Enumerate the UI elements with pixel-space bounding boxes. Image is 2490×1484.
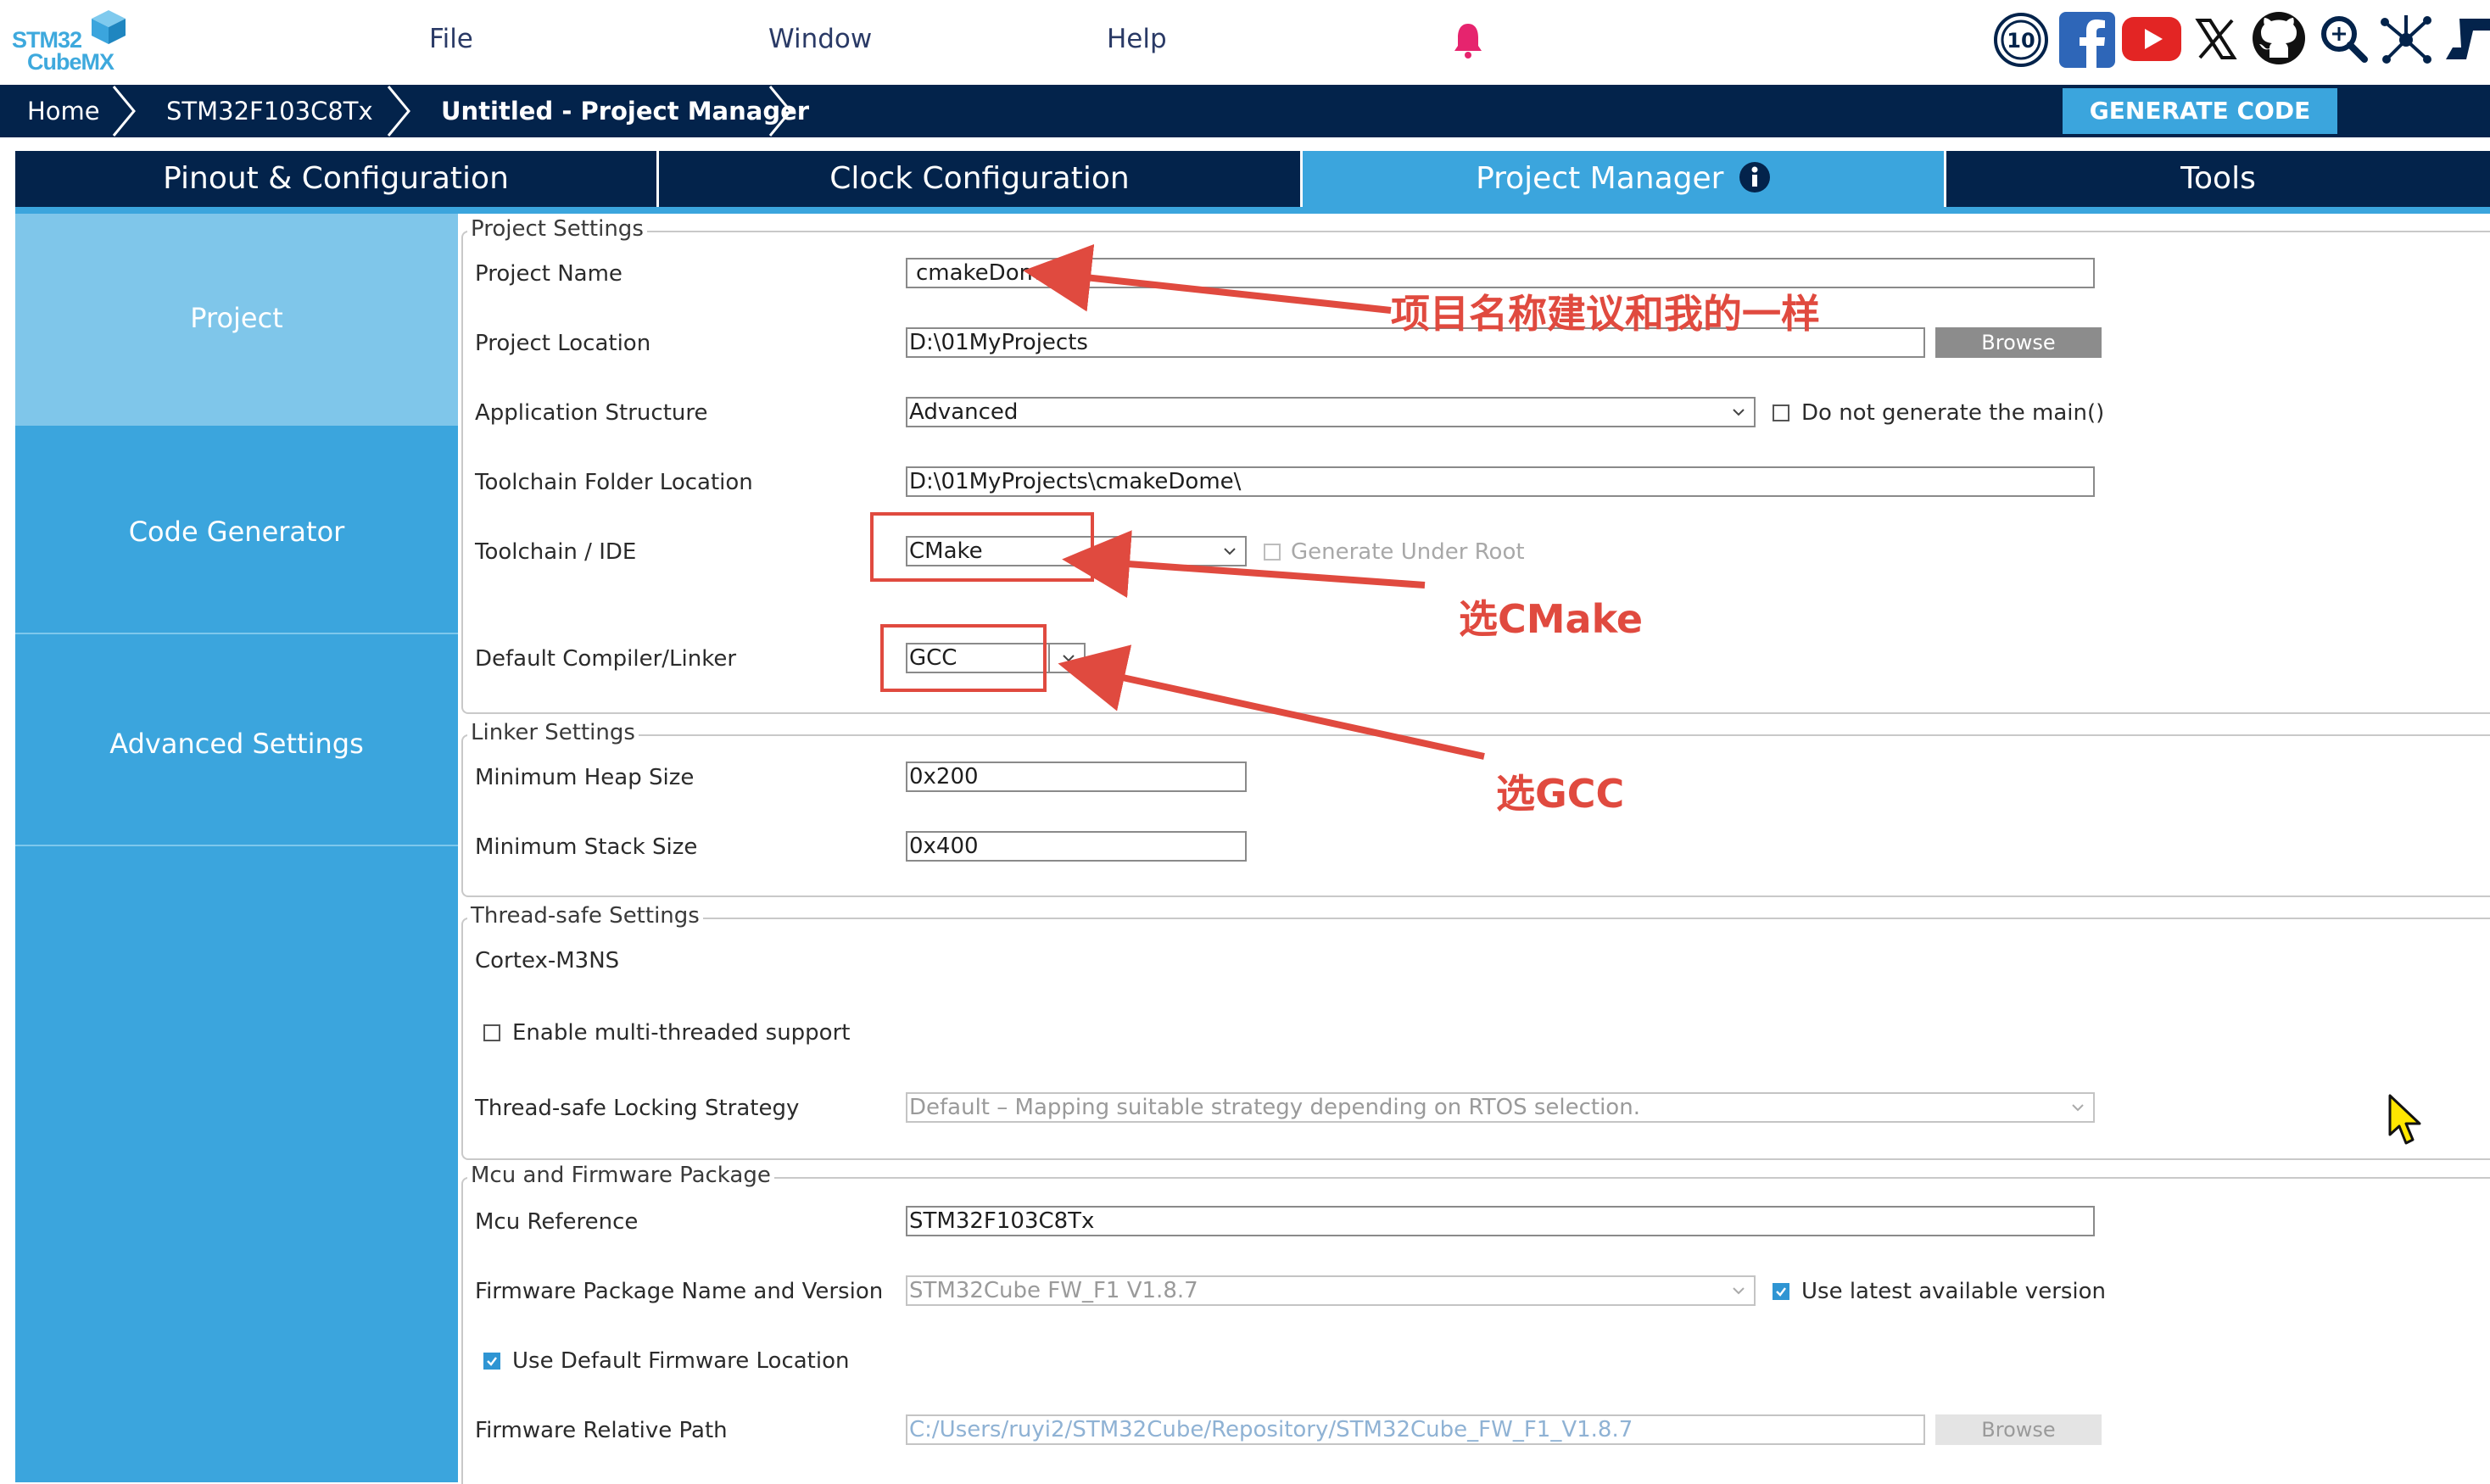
compiler-dropdown-button[interactable] — [1048, 643, 1086, 673]
firmware-path-label: Firmware Relative Path — [475, 1418, 728, 1443]
breadcrumb-mcu[interactable]: STM32F103C8Tx — [166, 85, 373, 137]
mouse-cursor-icon — [2388, 1094, 2421, 1145]
menu-file[interactable]: File — [429, 24, 473, 54]
min-stack-label: Minimum Stack Size — [475, 834, 698, 860]
logo-text-cubemx: CubeMX — [27, 49, 114, 75]
youtube-icon[interactable] — [2122, 17, 2181, 61]
chevron-down-icon — [1733, 409, 1745, 416]
anniversary-10-icon[interactable]: 10 — [1993, 12, 2049, 68]
tab-pinout-configuration[interactable]: Pinout & Configuration — [15, 151, 659, 207]
use-latest-version-checkbox[interactable] — [1773, 1283, 1789, 1300]
tab-clock-configuration[interactable]: Clock Configuration — [659, 151, 1303, 207]
toolchain-ide-label: Toolchain / IDE — [475, 539, 637, 565]
chevron-right-icon — [387, 86, 410, 137]
firmware-package-value: STM32Cube FW_F1 V1.8.7 — [909, 1278, 1198, 1303]
tab-tools[interactable]: Tools — [1946, 151, 2490, 207]
application-structure-select[interactable]: Advanced — [906, 397, 1756, 427]
multithread-support-checkbox[interactable] — [483, 1024, 500, 1041]
linker-settings-section — [461, 734, 2490, 897]
bell-icon[interactable] — [1452, 20, 1484, 59]
application-structure-label: Application Structure — [475, 400, 708, 426]
use-default-firmware-location-checkbox[interactable] — [483, 1353, 500, 1370]
search-zoom-icon[interactable] — [2319, 14, 2370, 64]
locking-strategy-value: Default – Mapping suitable strategy depe… — [909, 1095, 1640, 1120]
stm32cubemx-logo: STM32 CubeMX — [12, 8, 131, 76]
cmake-highlight-box — [870, 512, 1094, 582]
annotation-project-name-note: 项目名称建议和我的一样 — [1391, 291, 1820, 337]
locking-strategy-select[interactable]: Default – Mapping suitable strategy depe… — [906, 1092, 2095, 1123]
breadcrumb-home[interactable]: Home — [27, 85, 100, 137]
tab-underline — [15, 207, 2490, 214]
menu-window[interactable]: Window — [768, 24, 872, 54]
chevron-down-icon — [1224, 548, 1236, 555]
generate-under-root-checkbox[interactable] — [1264, 544, 1281, 561]
section-title: Thread-safe Settings — [467, 903, 703, 929]
gcc-highlight-box — [880, 624, 1047, 692]
do-not-generate-main-label: Do not generate the main() — [1801, 400, 2105, 426]
core-label: Cortex-M3NS — [475, 948, 620, 974]
top-menu-bar — [0, 0, 2490, 85]
tab-project-manager[interactable]: Project Manager — [1303, 151, 1946, 207]
min-heap-label: Minimum Heap Size — [475, 765, 695, 790]
svg-text:10: 10 — [2007, 29, 2035, 53]
st-logo-icon[interactable] — [2443, 14, 2490, 64]
use-latest-version-label: Use latest available version — [1801, 1279, 2107, 1304]
section-title: Mcu and Firmware Package — [467, 1163, 774, 1188]
section-title: Linker Settings — [467, 720, 639, 745]
toolchain-folder-input[interactable]: D:\01MyProjects\cmakeDome\ — [906, 466, 2095, 497]
firmware-path-input[interactable]: C:/Users/ruyi2/STM32Cube/Repository/STM3… — [906, 1414, 1925, 1445]
toolchain-folder-label: Toolchain Folder Location — [475, 470, 753, 495]
annotation-gcc-note: 选GCC — [1496, 771, 1625, 817]
min-stack-input[interactable]: 0x400 — [906, 831, 1247, 862]
chevron-down-icon — [1733, 1287, 1745, 1295]
github-icon[interactable] — [2251, 10, 2307, 66]
project-name-label: Project Name — [475, 261, 622, 287]
sidebar-item-advanced-settings[interactable]: Advanced Settings — [15, 728, 458, 760]
x-icon[interactable] — [2195, 17, 2237, 61]
generate-under-root-label: Generate Under Root — [1291, 539, 1525, 565]
firmware-package-label: Firmware Package Name and Version — [475, 1279, 884, 1304]
annotation-cmake-note: 选CMake — [1459, 596, 1644, 642]
sidebar-item-project[interactable]: Project — [15, 214, 458, 426]
breadcrumb-project[interactable]: Untitled - Project Manager — [441, 85, 809, 137]
info-icon[interactable] — [1739, 161, 1771, 193]
use-default-firmware-location-label: Use Default Firmware Location — [512, 1348, 850, 1374]
application-structure-value: Advanced — [909, 399, 1019, 425]
checkmark-icon — [487, 1357, 497, 1366]
chevron-right-icon — [768, 86, 792, 137]
tab-project-manager-label: Project Manager — [1476, 161, 1724, 196]
chevron-down-icon — [2072, 1104, 2084, 1112]
locking-strategy-label: Thread-safe Locking Strategy — [475, 1096, 800, 1121]
cube-icon — [92, 10, 126, 44]
mcu-reference-input[interactable]: STM32F103C8Tx — [906, 1206, 2095, 1236]
chevron-down-icon — [1063, 655, 1075, 662]
sidebar-item-code-generator[interactable]: Code Generator — [15, 516, 458, 548]
multithread-support-label: Enable multi-threaded support — [512, 1020, 851, 1046]
checkmark-icon — [1776, 1287, 1786, 1297]
sidebar-divider — [15, 845, 458, 846]
generate-code-button[interactable]: GENERATE CODE — [2063, 88, 2337, 134]
do-not-generate-main-checkbox[interactable] — [1773, 404, 1789, 421]
section-title: Project Settings — [467, 216, 647, 242]
browse-location-button[interactable]: Browse — [1935, 327, 2102, 358]
chevron-right-icon — [112, 86, 136, 137]
sidebar-divider — [15, 633, 458, 634]
firmware-package-select[interactable]: STM32Cube FW_F1 V1.8.7 — [906, 1275, 1756, 1306]
mcu-reference-label: Mcu Reference — [475, 1209, 639, 1235]
menu-help[interactable]: Help — [1107, 24, 1167, 54]
default-compiler-label: Default Compiler/Linker — [475, 646, 737, 672]
min-heap-input[interactable]: 0x200 — [906, 762, 1247, 792]
project-location-label: Project Location — [475, 331, 651, 356]
facebook-icon[interactable] — [2059, 12, 2115, 68]
network-icon[interactable] — [2378, 12, 2434, 68]
sidebar-item-label: Project — [190, 302, 283, 334]
browse-firmware-button[interactable]: Browse — [1935, 1414, 2102, 1445]
